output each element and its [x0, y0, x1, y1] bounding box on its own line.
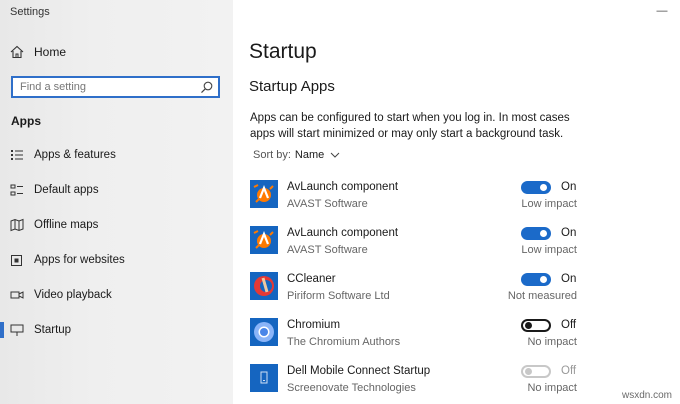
search-icon[interactable]: [200, 80, 214, 94]
nav-home-label: Home: [34, 45, 67, 59]
toggle-knob: [540, 276, 547, 283]
toggle-state: On: [561, 181, 577, 193]
startup-app-row: CCleaner Piriform Software Ltd On Not me…: [250, 272, 580, 306]
sort-label: Sort by:: [253, 149, 291, 161]
startup-toggle[interactable]: [521, 319, 551, 332]
sidebar-item-default-apps[interactable]: Default apps: [10, 181, 99, 199]
sidebar-item-label: Offline maps: [34, 219, 99, 231]
sidebar-item-label: Startup: [34, 324, 72, 336]
app-name: Chromium: [287, 319, 341, 331]
startup-impact: No impact: [527, 382, 577, 394]
dell-mobile-connect-icon: [250, 364, 278, 392]
startup-impact: Low impact: [521, 244, 577, 256]
startup-impact: No impact: [527, 336, 577, 348]
video-icon: [10, 291, 24, 299]
settings-window: Settings Home Apps Apps & features: [0, 0, 680, 404]
sidebar-item-apps-features[interactable]: Apps & features: [10, 146, 116, 164]
app-publisher: Screenovate Technologies: [287, 382, 416, 394]
sort-value[interactable]: Name: [295, 149, 324, 161]
sidebar-item-startup[interactable]: Startup: [0, 321, 72, 339]
nav-home[interactable]: Home: [10, 43, 66, 61]
list-icon: [11, 150, 23, 160]
section-title-apps: Apps: [11, 114, 41, 128]
search-box[interactable]: [11, 76, 220, 98]
map-icon: [10, 218, 24, 232]
startup-app-row: Chromium The Chromium Authors Off No imp…: [250, 318, 580, 352]
sidebar-item-offline-maps[interactable]: Offline maps: [10, 216, 98, 234]
sidebar-item-label: Apps & features: [34, 149, 116, 161]
app-name: CCleaner: [287, 273, 336, 285]
sidebar-item-label: Video playback: [34, 289, 112, 301]
app-publisher: AVAST Software: [287, 198, 368, 210]
toggle-knob: [540, 184, 547, 191]
sidebar-item-label: Apps for websites: [34, 254, 125, 266]
page-title: Startup: [249, 40, 317, 63]
startup-app-row: Dell Mobile Connect Startup Screenovate …: [250, 364, 580, 398]
toggle-state: Off: [561, 319, 577, 331]
minimize-button[interactable]: —: [652, 3, 672, 19]
toggle-state: Off: [561, 365, 577, 377]
toggle-state: On: [561, 273, 577, 285]
app-name: AvLaunch component: [287, 227, 399, 239]
startup-app-row: AvLaunch component AVAST Software On Low…: [250, 226, 580, 260]
toggle-knob: [525, 368, 532, 375]
startup-impact: Low impact: [521, 198, 577, 210]
default-apps-icon: [10, 184, 23, 196]
search-input[interactable]: [20, 80, 200, 94]
sort-dropdown[interactable]: Sort by: Name: [253, 149, 340, 161]
app-name: Dell Mobile Connect Startup: [287, 365, 431, 377]
page-description: Apps can be configured to start when you…: [250, 112, 570, 140]
avast-icon: [250, 180, 278, 208]
avast-icon: [250, 226, 278, 254]
home-icon: [10, 45, 24, 59]
toggle-knob: [525, 322, 532, 329]
startup-toggle[interactable]: [521, 365, 551, 378]
startup-toggle[interactable]: [521, 227, 551, 240]
watermark: wsxdn.com: [621, 390, 672, 401]
startup-impact: Not measured: [507, 290, 577, 302]
chevron-down-icon[interactable]: [330, 151, 340, 159]
sidebar-item-label: Default apps: [34, 184, 99, 196]
startup-icon: [10, 324, 24, 336]
app-publisher: Piriform Software Ltd: [287, 290, 390, 302]
app-publisher: The Chromium Authors: [287, 336, 401, 348]
app-publisher: AVAST Software: [287, 244, 368, 256]
toggle-state: On: [561, 227, 577, 239]
startup-toggle[interactable]: [521, 273, 551, 286]
sidebar-item-apps-for-websites[interactable]: Apps for websites: [10, 251, 125, 269]
sidebar-item-video-playback[interactable]: Video playback: [10, 286, 112, 304]
chromium-icon: [250, 318, 278, 346]
app-name: AvLaunch component: [287, 181, 399, 193]
toggle-knob: [540, 230, 547, 237]
window-title: Settings: [10, 6, 50, 18]
ccleaner-icon: [250, 272, 278, 300]
startup-toggle[interactable]: [521, 181, 551, 194]
startup-app-row: AvLaunch component AVAST Software On Low…: [250, 180, 580, 214]
page-subtitle: Startup Apps: [249, 78, 335, 95]
sidebar: Settings Home Apps Apps & features: [0, 0, 233, 404]
link-out-icon: [11, 255, 22, 266]
